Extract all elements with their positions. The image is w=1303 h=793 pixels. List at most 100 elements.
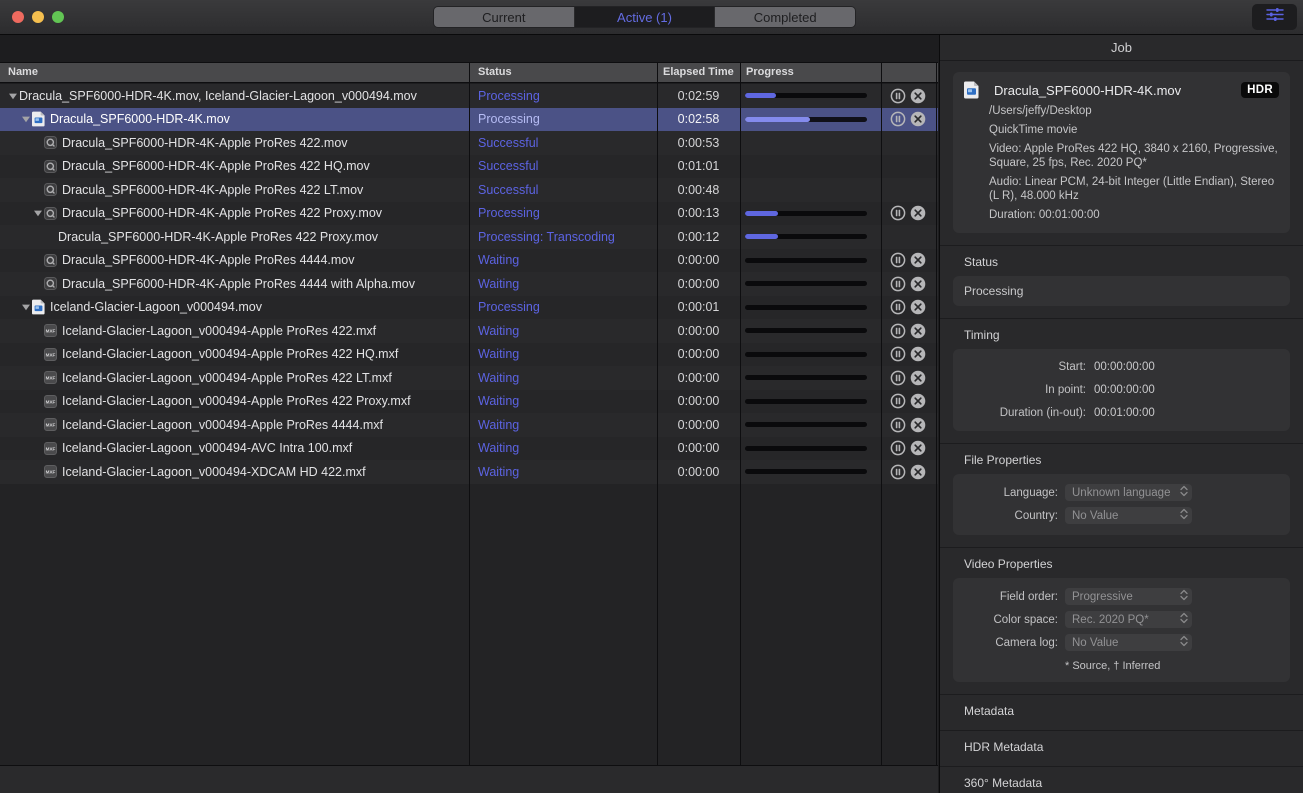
row-elapsed-time: 0:00:01 [657,296,740,320]
row-progress [740,343,881,367]
color-space-dropdown[interactable]: Rec. 2020 PQ* [1065,611,1192,628]
pause-button[interactable] [890,417,906,433]
disclosure-triangle-icon[interactable] [19,303,32,311]
progress-bar [745,446,867,451]
column-header-progress[interactable]: Progress [746,66,794,78]
section-divider [940,443,1303,444]
file-kind: QuickTime movie [989,123,1279,137]
pause-button[interactable] [890,299,906,315]
camera-log-dropdown[interactable]: No Value [1065,634,1192,651]
timing-section-header[interactable]: Timing [964,328,1303,342]
cancel-button[interactable] [910,299,926,315]
svg-text:MXF: MXF [46,352,56,357]
cancel-button[interactable] [910,205,926,221]
cancel-button[interactable] [910,111,926,127]
status-value: Processing [953,276,1290,306]
row-progress [740,131,881,155]
cancel-button[interactable] [910,276,926,292]
row-name: Dracula_SPF6000-HDR-4K-Apple ProRes 4444… [62,277,415,291]
tab-active-1[interactable]: Active (1) [575,7,716,27]
progress-bar [745,305,867,310]
column-header-name[interactable]: Name [8,66,38,78]
pause-button[interactable] [890,393,906,409]
row-progress [740,155,881,179]
inspector-toggle-button[interactable] [1252,4,1297,30]
cancel-button[interactable] [910,346,926,362]
pause-button[interactable] [890,464,906,480]
column-divider[interactable] [936,62,937,765]
column-divider[interactable] [469,62,470,765]
file-properties-section-header[interactable]: File Properties [964,453,1303,467]
close-window-button[interactable] [12,11,24,23]
row-progress [740,437,881,461]
quicktime-file-icon [44,254,57,267]
inspector-title: Job [940,35,1303,61]
tab-completed[interactable]: Completed [715,7,855,27]
movie-file-icon [32,299,45,315]
country-dropdown[interactable]: No Value [1065,507,1192,524]
video-properties-section-header[interactable]: Video Properties [964,557,1303,571]
job-file-name: Dracula_SPF6000-HDR-4K.mov [994,83,1241,98]
row-elapsed-time: 0:00:00 [657,343,740,367]
svg-text:MXF: MXF [46,399,56,404]
row-status: Successful [469,155,657,179]
pause-button[interactable] [890,440,906,456]
row-progress [740,390,881,414]
column-header-status[interactable]: Status [478,66,512,78]
minimize-window-button[interactable] [32,11,44,23]
cancel-button[interactable] [910,393,926,409]
timing-label: Start: [953,361,1086,373]
property-row: Color space:Rec. 2020 PQ* [953,608,1290,631]
cancel-button[interactable] [910,440,926,456]
column-divider[interactable] [740,62,741,765]
collapsed-sections: Metadata HDR Metadata 360° Metadata [940,694,1303,790]
row-status: Processing [469,84,657,108]
cancel-button[interactable] [910,323,926,339]
row-name: Dracula_SPF6000-HDR-4K.mov [50,112,230,126]
column-divider[interactable] [881,62,882,765]
pause-button[interactable] [890,88,906,104]
section-divider [940,318,1303,319]
row-elapsed-time: 0:00:00 [657,366,740,390]
row-name: Iceland-Glacier-Lagoon_v000494-Apple Pro… [62,347,398,361]
pause-button[interactable] [890,370,906,386]
timing-label: Duration (in-out): [953,407,1086,419]
row-name: Iceland-Glacier-Lagoon_v000494-AVC Intra… [62,441,352,455]
pause-button[interactable] [890,111,906,127]
360-metadata-section-header[interactable]: 360° Metadata [964,776,1303,790]
pause-button[interactable] [890,252,906,268]
cancel-button[interactable] [910,464,926,480]
cancel-button[interactable] [910,417,926,433]
row-name: Dracula_SPF6000-HDR-4K-Apple ProRes 422 … [62,159,370,173]
cancel-button[interactable] [910,370,926,386]
hdr-badge: HDR [1241,82,1279,98]
property-label: Language: [953,487,1058,499]
zoom-window-button[interactable] [52,11,64,23]
pause-button[interactable] [890,346,906,362]
status-section-header[interactable]: Status [964,255,1303,269]
tab-current[interactable]: Current [434,7,575,27]
field-order-dropdown[interactable]: Progressive [1065,588,1192,605]
hdr-metadata-section-header[interactable]: HDR Metadata [964,740,1303,754]
pause-button[interactable] [890,205,906,221]
disclosure-triangle-icon[interactable] [6,92,19,100]
metadata-section-header[interactable]: Metadata [964,704,1303,718]
timing-row: Duration (in-out):00:01:00:00 [953,401,1290,424]
cancel-button[interactable] [910,252,926,268]
progress-bar [745,469,867,474]
column-divider[interactable] [657,62,658,765]
row-elapsed-time: 0:00:00 [657,437,740,461]
row-status: Waiting [469,460,657,484]
row-progress [740,225,881,249]
row-status: Waiting [469,319,657,343]
svg-text:MXF: MXF [46,446,56,451]
cancel-button[interactable] [910,88,926,104]
pause-button[interactable] [890,276,906,292]
pause-button[interactable] [890,323,906,339]
disclosure-triangle-icon[interactable] [31,209,44,217]
column-header-elapsed-time[interactable]: Elapsed Time [663,66,734,78]
language-dropdown[interactable]: Unknown language [1065,484,1192,501]
row-elapsed-time: 0:00:13 [657,202,740,226]
disclosure-triangle-icon[interactable] [19,115,32,123]
job-queue-pane: Name Status Elapsed Time Progress Dracul… [0,35,938,793]
